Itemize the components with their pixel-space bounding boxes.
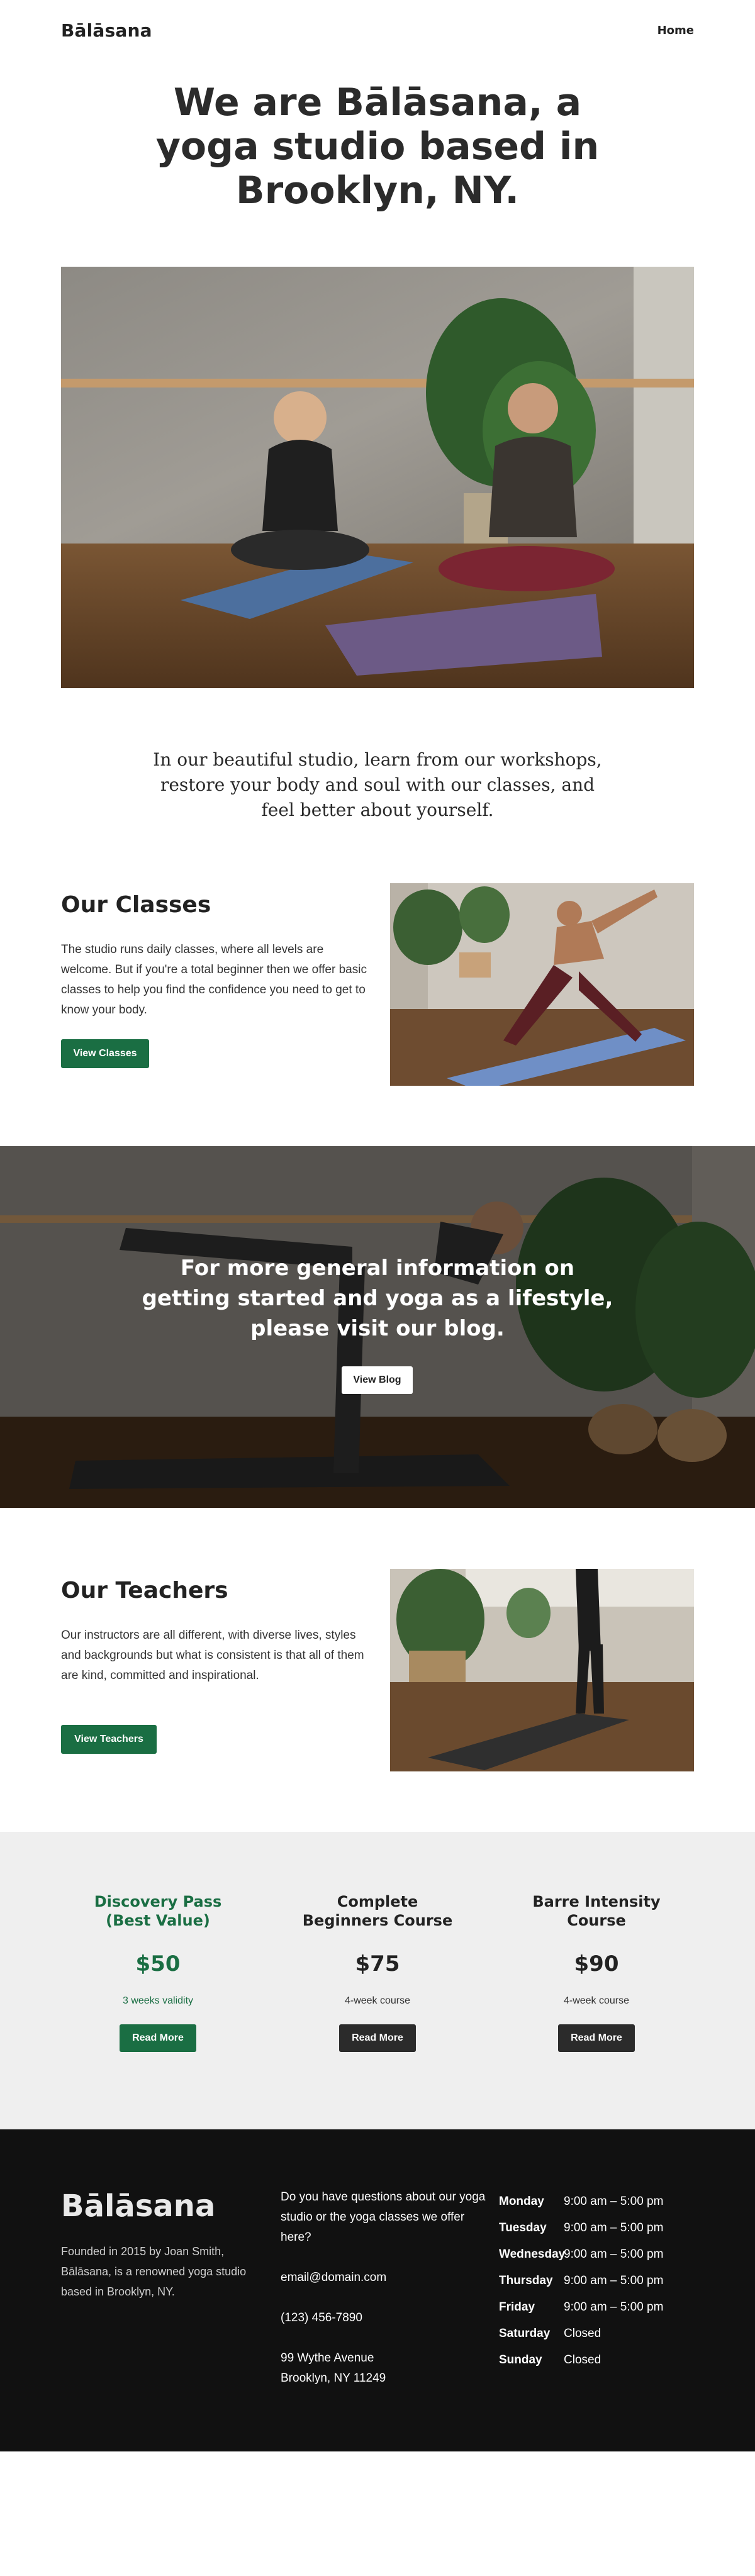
plan-title: Discovery Pass (Best Value) (94, 1893, 222, 1929)
plan-price: $75 (355, 1951, 400, 1977)
plan-duration: 4-week course (563, 1995, 630, 2006)
classes-title: Our Classes (61, 892, 211, 918)
site-logo[interactable]: Bālāsana (61, 20, 152, 41)
pricing-card: Barre Intensity Course $90 4-week course… (515, 1892, 678, 2052)
address-line: Brooklyn, NY 11249 (281, 2372, 386, 2385)
hours-time: 9:00 am – 5:00 pm (564, 2195, 664, 2208)
pricing-card: Complete Beginners Course $75 4-week cou… (296, 1892, 459, 2052)
plan-title: Barre Intensity Course (532, 1893, 661, 1929)
read-more-button[interactable]: Read More (558, 2024, 635, 2052)
page: Bālāsana Home We are Bālāsana, a yoga st… (0, 0, 755, 2576)
footer-about: Founded in 2015 by Joan Smith, Bālāsana,… (61, 2245, 247, 2298)
hero-title: We are Bālāsana, a yoga studio based in … (155, 81, 600, 213)
footer-address: 99 Wythe Avenue Brooklyn, NY 11249 (281, 2348, 488, 2389)
footer-question: Do you have questions about our yoga stu… (281, 2190, 486, 2244)
read-more-button[interactable]: Read More (339, 2024, 416, 2052)
hours-row: Thursday 9:00 am – 5:00 pm (499, 2268, 700, 2294)
hours-day: Wednesday (499, 2248, 566, 2261)
intro-text: In our beautiful studio, learn from our … (153, 749, 602, 820)
teachers-image (390, 1569, 694, 1771)
hours-day: Thursday (499, 2274, 553, 2287)
hours-row: Wednesday 9:00 am – 5:00 pm (499, 2241, 700, 2268)
classes-image (390, 883, 694, 1086)
hours-day: Sunday (499, 2353, 542, 2367)
plan-price: $90 (574, 1951, 619, 1977)
hours-row: Friday 9:00 am – 5:00 pm (499, 2294, 700, 2321)
footer-phone-link[interactable]: (123) 456-7890 (281, 2311, 362, 2324)
view-blog-button[interactable]: View Blog (342, 1366, 413, 1394)
teachers-text: Our instructors are all different, with … (61, 1629, 364, 1682)
hours-time: 9:00 am – 5:00 pm (564, 2274, 664, 2287)
hours-row: Sunday Closed (499, 2347, 700, 2373)
opening-hours: Monday 9:00 am – 5:00 pm Tuesday 9:00 am… (499, 2188, 700, 2373)
plan-price: $50 (135, 1951, 181, 1977)
plan-duration: 3 weeks validity (122, 1995, 194, 2006)
hours-day: Saturday (499, 2327, 551, 2340)
hours-row: Saturday Closed (499, 2321, 700, 2347)
hours-day: Monday (499, 2195, 544, 2208)
address-line: 99 Wythe Avenue (281, 2351, 374, 2365)
view-classes-button[interactable]: View Classes (61, 1039, 149, 1068)
read-more-button[interactable]: Read More (120, 2024, 196, 2052)
hours-day: Tuesday (499, 2221, 547, 2234)
plan-duration: 4-week course (344, 1995, 411, 2006)
hours-row: Tuesday 9:00 am – 5:00 pm (499, 2215, 700, 2241)
site-header: Bālāsana Home (0, 0, 755, 60)
hero-image (61, 267, 694, 688)
plan-title: Complete Beginners Course (302, 1893, 453, 1929)
view-teachers-button[interactable]: View Teachers (61, 1725, 157, 1754)
site-footer: Bālāsana Founded in 2015 by Joan Smith, … (0, 2129, 755, 2451)
hours-time: Closed (564, 2327, 601, 2340)
hours-time: 9:00 am – 5:00 pm (564, 2221, 664, 2234)
classes-text: The studio runs daily classes, where all… (61, 943, 367, 1017)
hours-day: Friday (499, 2300, 535, 2314)
footer-email-link[interactable]: email@domain.com (281, 2271, 386, 2284)
teachers-title: Our Teachers (61, 1578, 228, 1603)
footer-logo: Bālāsana (61, 2188, 216, 2224)
hours-time: 9:00 am – 5:00 pm (564, 2248, 664, 2261)
footer-contact: Do you have questions about our yoga stu… (281, 2187, 488, 2389)
blog-banner-text: For more general information on getting … (142, 1256, 613, 1341)
nav-home-link[interactable]: Home (657, 24, 694, 37)
pricing-card: Discovery Pass (Best Value) $50 3 weeks … (76, 1892, 240, 2052)
pricing-section: Discovery Pass (Best Value) $50 3 weeks … (0, 1832, 755, 2129)
hours-time: 9:00 am – 5:00 pm (564, 2300, 664, 2314)
hours-row: Monday 9:00 am – 5:00 pm (499, 2188, 700, 2215)
hours-time: Closed (564, 2353, 601, 2367)
